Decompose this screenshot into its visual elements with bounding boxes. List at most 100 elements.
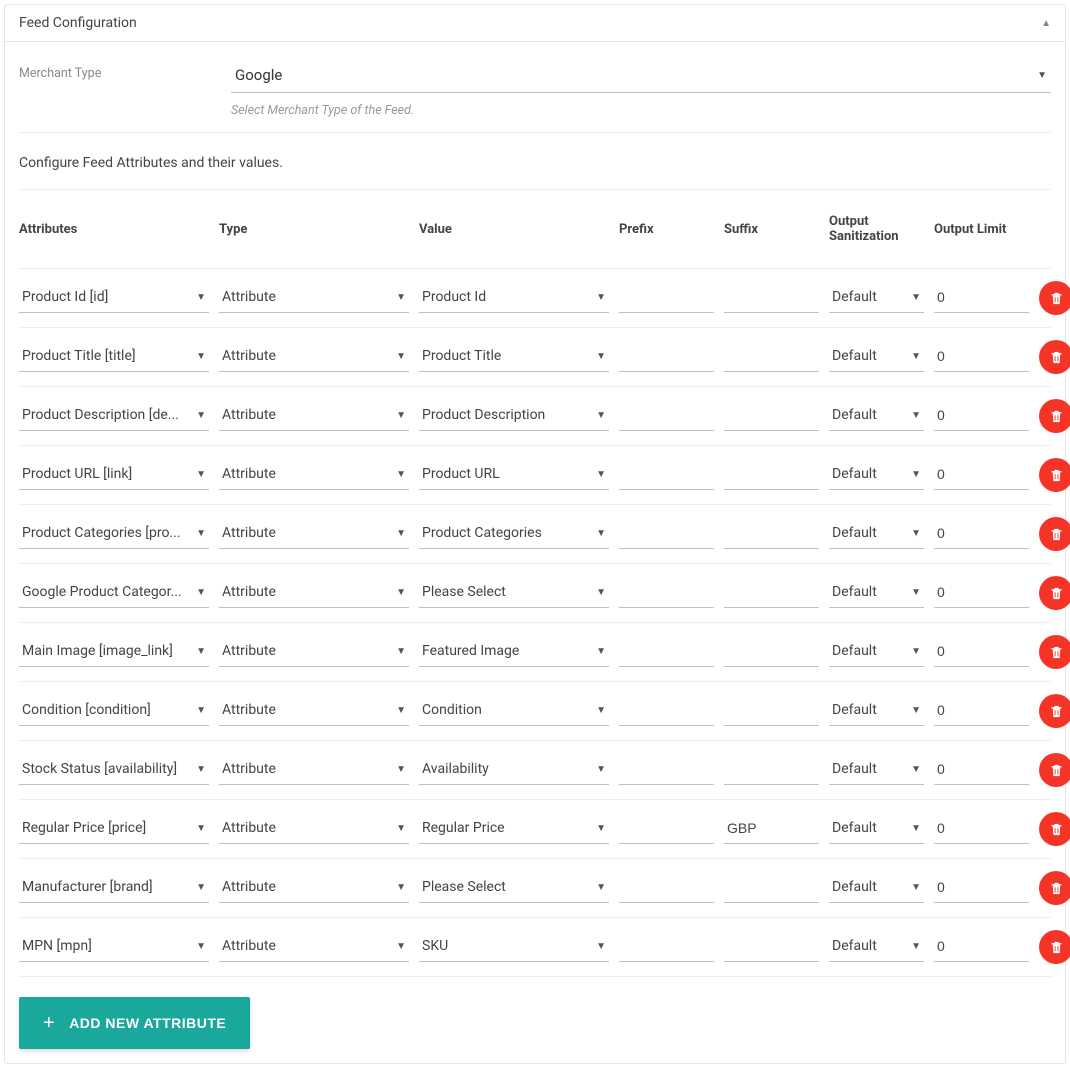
attribute-select[interactable]: Main Image [image_link] ▼ [19, 637, 209, 667]
limit-input[interactable] [934, 342, 1029, 372]
type-select[interactable]: Attribute ▼ [219, 755, 409, 785]
suffix-input[interactable] [724, 578, 819, 608]
type-select[interactable]: Attribute ▼ [219, 932, 409, 962]
value-select[interactable]: Please Select ▼ [419, 578, 609, 608]
prefix-input[interactable] [619, 696, 714, 726]
sanitization-select[interactable]: Default ▼ [829, 401, 924, 431]
type-select[interactable]: Attribute ▼ [219, 873, 409, 903]
limit-input[interactable] [934, 401, 1029, 431]
value-select[interactable]: Availability ▼ [419, 755, 609, 785]
attribute-select[interactable]: Google Product Categor... ▼ [19, 578, 209, 608]
type-select[interactable]: Attribute ▼ [219, 283, 409, 313]
suffix-input[interactable] [724, 519, 819, 549]
attribute-select[interactable]: Product Categories [pro... ▼ [19, 519, 209, 549]
type-select[interactable]: Attribute ▼ [219, 519, 409, 549]
type-select[interactable]: Attribute ▼ [219, 460, 409, 490]
prefix-input[interactable] [619, 519, 714, 549]
limit-input[interactable] [934, 637, 1029, 667]
value-select[interactable]: Featured Image ▼ [419, 637, 609, 667]
delete-row-button[interactable] [1039, 635, 1070, 669]
sanitization-select[interactable]: Default ▼ [829, 696, 924, 726]
delete-row-button[interactable] [1039, 753, 1070, 787]
attribute-select[interactable]: Product Title [title] ▼ [19, 342, 209, 372]
value-select[interactable]: Regular Price ▼ [419, 814, 609, 844]
prefix-input[interactable] [619, 283, 714, 313]
sanitization-select[interactable]: Default ▼ [829, 283, 924, 313]
suffix-input[interactable] [724, 401, 819, 431]
type-select[interactable]: Attribute ▼ [219, 637, 409, 667]
limit-input[interactable] [934, 873, 1029, 903]
value-select[interactable]: SKU ▼ [419, 932, 609, 962]
suffix-input[interactable] [724, 755, 819, 785]
type-select[interactable]: Attribute ▼ [219, 696, 409, 726]
sanitization-select[interactable]: Default ▼ [829, 342, 924, 372]
limit-input[interactable] [934, 814, 1029, 844]
prefix-input[interactable] [619, 460, 714, 490]
delete-row-button[interactable] [1039, 399, 1070, 433]
sanitization-select[interactable]: Default ▼ [829, 519, 924, 549]
delete-row-button[interactable] [1039, 340, 1070, 374]
prefix-input[interactable] [619, 814, 714, 844]
attribute-select[interactable]: Regular Price [price] ▼ [19, 814, 209, 844]
value-select[interactable]: Product Title ▼ [419, 342, 609, 372]
attribute-select[interactable]: MPN [mpn] ▼ [19, 932, 209, 962]
attribute-select[interactable]: Product Description [de... ▼ [19, 401, 209, 431]
value-select[interactable]: Condition ▼ [419, 696, 609, 726]
suffix-input[interactable] [724, 460, 819, 490]
sanitization-select[interactable]: Default ▼ [829, 873, 924, 903]
suffix-input[interactable] [724, 283, 819, 313]
value-select[interactable]: Please Select ▼ [419, 873, 609, 903]
suffix-input[interactable] [724, 814, 819, 844]
attribute-select[interactable]: Stock Status [availability] ▼ [19, 755, 209, 785]
merchant-type-select[interactable]: Google ▼ [231, 60, 1051, 93]
limit-input[interactable] [934, 460, 1029, 490]
prefix-input[interactable] [619, 637, 714, 667]
suffix-input[interactable] [724, 696, 819, 726]
delete-row-button[interactable] [1039, 694, 1070, 728]
sanitization-select[interactable]: Default ▼ [829, 460, 924, 490]
attribute-select[interactable]: Manufacturer [brand] ▼ [19, 873, 209, 903]
delete-row-button[interactable] [1039, 812, 1070, 846]
delete-row-button[interactable] [1039, 930, 1070, 964]
value-select[interactable]: Product URL ▼ [419, 460, 609, 490]
limit-input[interactable] [934, 519, 1029, 549]
attribute-select[interactable]: Product URL [link] ▼ [19, 460, 209, 490]
limit-input[interactable] [934, 696, 1029, 726]
suffix-input[interactable] [724, 342, 819, 372]
delete-row-button[interactable] [1039, 517, 1070, 551]
prefix-input[interactable] [619, 932, 714, 962]
type-select[interactable]: Attribute ▼ [219, 578, 409, 608]
limit-input[interactable] [934, 283, 1029, 313]
prefix-input[interactable] [619, 342, 714, 372]
value-select[interactable]: Product Description ▼ [419, 401, 609, 431]
type-select[interactable]: Attribute ▼ [219, 342, 409, 372]
sanitization-select[interactable]: Default ▼ [829, 578, 924, 608]
delete-row-button[interactable] [1039, 871, 1070, 905]
suffix-input[interactable] [724, 932, 819, 962]
delete-row-button[interactable] [1039, 576, 1070, 610]
attribute-select[interactable]: Condition [condition] ▼ [19, 696, 209, 726]
delete-row-button[interactable] [1039, 458, 1070, 492]
suffix-input[interactable] [724, 873, 819, 903]
prefix-input[interactable] [619, 578, 714, 608]
prefix-input[interactable] [619, 755, 714, 785]
limit-input[interactable] [934, 578, 1029, 608]
limit-input[interactable] [934, 932, 1029, 962]
type-select[interactable]: Attribute ▼ [219, 814, 409, 844]
limit-input[interactable] [934, 755, 1029, 785]
prefix-input[interactable] [619, 873, 714, 903]
attribute-select[interactable]: Product Id [id] ▼ [19, 283, 209, 313]
attribute-value: Regular Price [price] [22, 820, 192, 836]
prefix-input[interactable] [619, 401, 714, 431]
sanitization-select[interactable]: Default ▼ [829, 637, 924, 667]
sanitization-select[interactable]: Default ▼ [829, 932, 924, 962]
add-new-attribute-button[interactable]: + ADD NEW ATTRIBUTE [19, 997, 250, 1049]
sanitization-select[interactable]: Default ▼ [829, 814, 924, 844]
suffix-input[interactable] [724, 637, 819, 667]
type-select[interactable]: Attribute ▼ [219, 401, 409, 431]
value-select[interactable]: Product Id ▼ [419, 283, 609, 313]
panel-header[interactable]: Feed Configuration ▲ [5, 5, 1065, 42]
delete-row-button[interactable] [1039, 281, 1070, 315]
value-select[interactable]: Product Categories ▼ [419, 519, 609, 549]
sanitization-select[interactable]: Default ▼ [829, 755, 924, 785]
